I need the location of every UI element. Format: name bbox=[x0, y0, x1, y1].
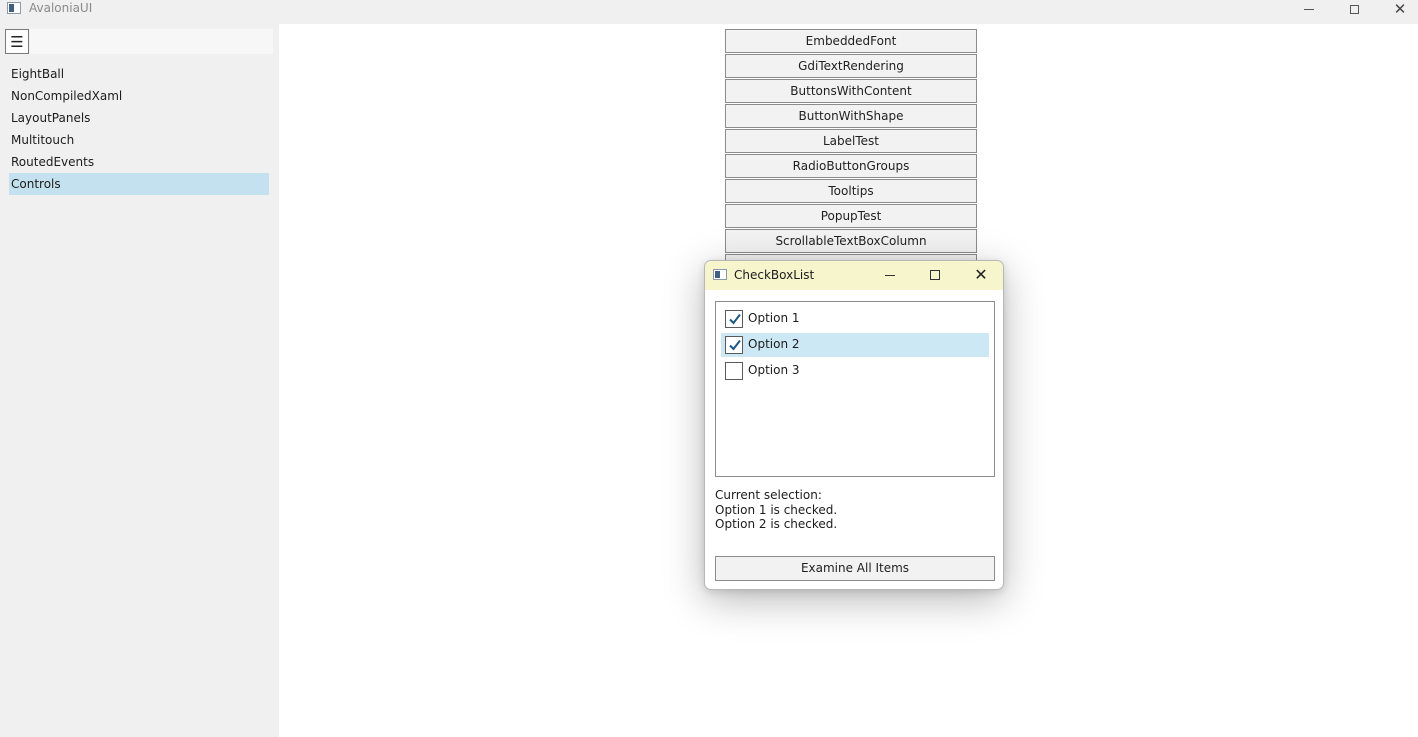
option-label: Option 1 bbox=[748, 311, 800, 325]
sidebar-item-multitouch[interactable]: Multitouch bbox=[9, 129, 269, 151]
sidebar-item-layoutpanels[interactable]: LayoutPanels bbox=[9, 107, 269, 129]
maximize-button[interactable] bbox=[1331, 0, 1377, 18]
demo-button-embeddedfont[interactable]: EmbeddedFont bbox=[725, 29, 977, 53]
demo-button-radiobuttongroups[interactable]: RadioButtonGroups bbox=[725, 154, 977, 178]
option-label: Option 2 bbox=[748, 337, 800, 351]
app-window: AvaloniaUI ✕ ☰ EightBall NonCompiledXaml L… bbox=[0, 0, 1418, 737]
hamburger-icon: ☰ bbox=[10, 32, 24, 51]
close-button[interactable]: ✕ bbox=[1377, 0, 1418, 18]
demo-button-gditextrendering[interactable]: GdiTextRendering bbox=[725, 54, 977, 78]
minimize-button[interactable] bbox=[1286, 0, 1332, 18]
minimize-icon bbox=[1304, 8, 1314, 10]
sidebar-item-routedevents[interactable]: RoutedEvents bbox=[9, 151, 269, 173]
hamburger-menu-button[interactable]: ☰ bbox=[5, 29, 29, 54]
demo-button-buttonswithcontent[interactable]: ButtonsWithContent bbox=[725, 79, 977, 103]
sidebar-item-eightball[interactable]: EightBall bbox=[9, 63, 269, 85]
demo-button-labeltest[interactable]: LabelTest bbox=[725, 129, 977, 153]
app-window-icon bbox=[7, 2, 21, 14]
sidebar-item-controls[interactable]: Controls bbox=[9, 173, 269, 195]
window-titlebar[interactable]: AvaloniaUI ✕ bbox=[0, 0, 1418, 24]
demo-button-popuptest[interactable]: PopupTest bbox=[725, 204, 977, 228]
close-icon: ✕ bbox=[1393, 0, 1407, 18]
maximize-icon bbox=[1349, 4, 1359, 14]
close-icon: ✕ bbox=[974, 265, 988, 284]
dialog-maximize-button[interactable] bbox=[915, 265, 955, 285]
checkbox-listbox[interactable]: Option 1 Option 2 Option 3 bbox=[715, 301, 995, 477]
checkmark-icon bbox=[729, 339, 741, 351]
sidebar: ☰ EightBall NonCompiledXaml LayoutPanels Mu… bbox=[0, 24, 279, 737]
demo-button-scrollabletextboxcolumn[interactable]: ScrollableTextBoxColumn bbox=[725, 229, 977, 253]
demo-button-tooltips[interactable]: Tooltips bbox=[725, 179, 977, 203]
demo-button-column: EmbeddedFont GdiTextRendering ButtonsWithC… bbox=[725, 29, 977, 263]
selection-line: Option 2 is checked. bbox=[715, 517, 838, 531]
checkboxlist-dialog: CheckBoxList ✕ Option 1 Option 2 Option 3 … bbox=[704, 260, 1004, 590]
dialog-titlebar[interactable]: CheckBoxList ✕ bbox=[705, 261, 1003, 290]
option-label: Option 3 bbox=[748, 363, 800, 377]
window-title: AvaloniaUI bbox=[29, 1, 93, 15]
list-item[interactable]: Option 3 bbox=[721, 359, 989, 383]
selection-header: Current selection: bbox=[715, 488, 822, 502]
dialog-minimize-button[interactable] bbox=[870, 265, 910, 285]
checkmark-icon bbox=[729, 313, 741, 325]
minimize-icon bbox=[885, 274, 895, 276]
list-item[interactable]: Option 2 bbox=[721, 333, 989, 357]
current-selection-text: Current selection: Option 1 is checked. … bbox=[715, 488, 837, 532]
checkbox-checked[interactable] bbox=[725, 336, 743, 354]
sidebar-nav-list: EightBall NonCompiledXaml LayoutPanels Mult… bbox=[9, 63, 269, 195]
checkbox-unchecked[interactable] bbox=[725, 362, 743, 380]
selection-line: Option 1 is checked. bbox=[715, 502, 838, 517]
list-item[interactable]: Option 1 bbox=[721, 307, 989, 331]
maximize-icon bbox=[930, 270, 940, 280]
sidebar-item-noncompiledxaml[interactable]: NonCompiledXaml bbox=[9, 85, 269, 107]
checkbox-checked[interactable] bbox=[725, 310, 743, 328]
dialog-close-button[interactable]: ✕ bbox=[961, 265, 1001, 285]
sidebar-search-strip bbox=[30, 29, 273, 54]
demo-button-buttonwithshape[interactable]: ButtonWithShape bbox=[725, 104, 977, 128]
dialog-window-icon bbox=[713, 269, 727, 280]
dialog-title: CheckBoxList bbox=[734, 268, 815, 282]
examine-all-items-button[interactable]: Examine All Items bbox=[715, 556, 995, 581]
